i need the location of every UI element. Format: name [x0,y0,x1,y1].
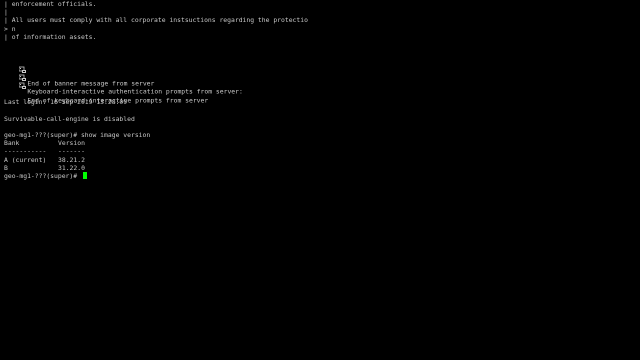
shell-prompt: geo-mg1-???(super)# [4,171,81,180]
header-bank: Bank [4,139,20,148]
server-prompt-icon [19,57,27,81]
terminal-window[interactable]: | enforcement officials. | | All users m… [0,0,640,360]
table-header: Bank Version [4,139,636,147]
separator-version: ------- [58,147,85,156]
terminal-text: Keyboard-interactive authentication prom… [27,87,243,96]
terminal-line: | [4,8,8,17]
version-cell: 31.22.0 [58,163,85,172]
server-prompt-icon [19,49,27,73]
text-cursor[interactable] [82,172,87,179]
terminal-line: > n [4,24,16,33]
terminal-line: | of information assets. [4,32,97,41]
command-line: geo-mg1-???(super)# show image version [4,131,151,139]
terminal-line: | All users must comply with all corpora… [4,16,308,25]
header-version: Version [58,139,85,148]
terminal-line: | enforcement officials. [4,0,97,8]
prompt-line[interactable]: geo-mg1-???(super)# [4,172,636,180]
separator-bank: ----------- [4,147,47,156]
version-cell: 38.21.2 [58,155,85,164]
last-login-line: Last login: 16-Sep-2019 13:28:09 [4,98,128,107]
table-separator: ----------- ------- [4,147,636,155]
table-row: A (current) 38.21.2 [4,156,636,164]
survivable-status-line: Survivable-call-engine is disabled [4,114,135,123]
server-prompt-icon [19,66,27,89]
terminal-line-banner-end: End of banner message from server [4,41,636,88]
bank-cell: A (current) [4,155,47,164]
terminal-text: End of banner message from server [27,79,155,88]
bank-cell: B [4,163,8,172]
table-row: B 31.22.0 [4,164,636,172]
